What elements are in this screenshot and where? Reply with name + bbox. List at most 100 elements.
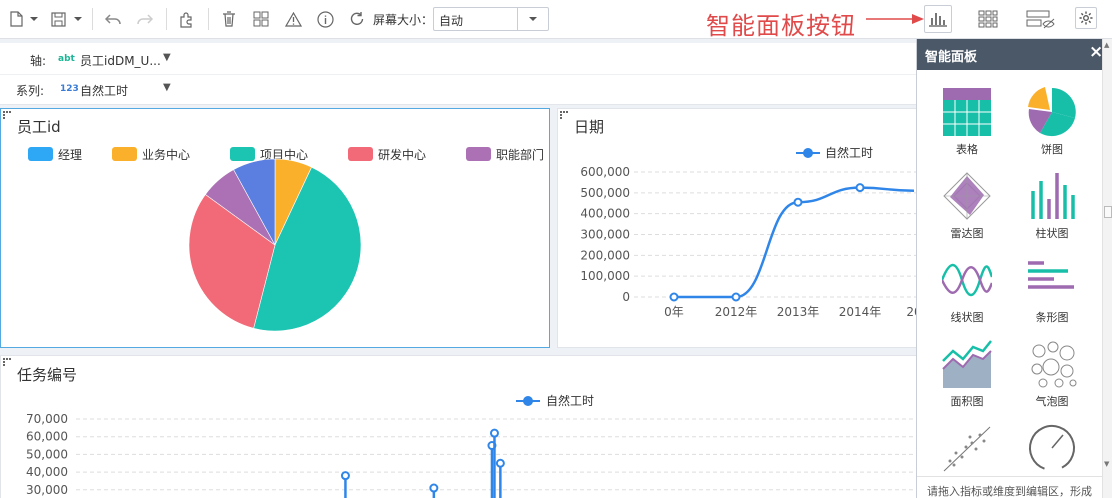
y-tick-label: 500,000 xyxy=(580,186,630,200)
y-tick-label: 0 xyxy=(622,290,630,304)
data-point xyxy=(793,197,803,207)
chevron-down-icon[interactable] xyxy=(517,8,548,30)
series-label: 系列: xyxy=(16,84,45,98)
series-row: 系列: 123 自然工时 ▼ xyxy=(0,74,917,104)
date-line-chart-panel[interactable]: 日期 自然工时 600,000 500,000 400,000 300,000 200,0… xyxy=(557,108,918,348)
pie-chart-icon xyxy=(1027,87,1077,137)
info-icon[interactable] xyxy=(314,8,336,30)
undo-icon[interactable] xyxy=(102,8,124,30)
legend-marker xyxy=(803,148,813,158)
legend-label: 经理 xyxy=(58,148,82,162)
chart-type-label: 条形图 xyxy=(1035,311,1069,324)
legend-swatch xyxy=(466,147,491,161)
series-field[interactable]: 自然工时 xyxy=(80,82,128,99)
legend-label: 业务中心 xyxy=(142,147,190,162)
task-line-chart: 自然工时 70,000 60,000 50,000 40,000 30,000 xyxy=(26,393,918,498)
legend-swatch xyxy=(230,147,255,161)
legend-item: 研发中心 xyxy=(348,147,426,162)
chart-type-label: 柱状图 xyxy=(1035,227,1069,240)
axis-field[interactable]: 员工idDM_U... xyxy=(80,52,161,69)
chart-type-label: 面积图 xyxy=(950,395,984,408)
chevron-down-icon[interactable]: ▼ xyxy=(163,82,171,93)
axis-label: 轴: xyxy=(30,54,47,68)
data-point xyxy=(495,458,505,468)
warning-icon[interactable] xyxy=(282,8,304,30)
chart-type-label: 饼图 xyxy=(1041,143,1063,156)
smart-panel-header: 智能面板 × xyxy=(917,39,1103,70)
new-file-icon[interactable] xyxy=(6,8,26,30)
new-file-dropdown-icon[interactable] xyxy=(28,8,40,30)
legend-item: 自然工时 xyxy=(516,393,594,408)
scatter-chart-icon xyxy=(942,423,992,473)
legend-swatch xyxy=(348,147,373,161)
chart-type-horizontal-bar[interactable]: 条形图 xyxy=(1017,255,1087,325)
line-chart-icon xyxy=(940,255,994,305)
save-icon[interactable] xyxy=(48,8,68,30)
plugin-icon[interactable] xyxy=(175,8,197,30)
legend-item: 自然工时 xyxy=(796,145,873,160)
chart-type-column[interactable]: 柱状图 xyxy=(1017,171,1087,241)
area-chart-icon xyxy=(942,339,992,389)
date-line-chart: 自然工时 600,000 500,000 400,000 300,000 200,000 1… xyxy=(580,145,918,319)
data-point xyxy=(855,183,865,193)
layout-icon[interactable] xyxy=(250,8,272,30)
radar-chart-icon xyxy=(942,171,992,221)
save-dropdown-icon[interactable] xyxy=(72,8,84,30)
legend-swatch xyxy=(112,147,137,161)
chart-type-label: 气泡图 xyxy=(1035,395,1069,408)
hide-view-icon[interactable] xyxy=(1024,8,1058,30)
y-tick-label: 50,000 xyxy=(26,447,68,461)
text-field-icon: abt xyxy=(58,54,75,64)
y-tick-label: 40,000 xyxy=(26,465,68,479)
task-line-chart-panel[interactable]: 任务编号 自然工时 70,000 60,000 50,000 40,000 30,000 xyxy=(0,355,918,498)
bar-chart-icon xyxy=(929,13,947,27)
legend-label: 职能部门 xyxy=(496,147,544,162)
chart-type-label: 线状图 xyxy=(950,311,984,324)
refresh-icon[interactable] xyxy=(346,8,368,30)
chart-type-label: 表格 xyxy=(956,143,978,156)
pie-chart-panel[interactable]: 员工id 经理业务中心项目中心研发中心职能部门产品中心 xyxy=(0,108,550,348)
smart-panel-annotation: 智能面板按钮 xyxy=(706,12,856,40)
y-tick-label: 600,000 xyxy=(580,165,630,179)
smart-panel-button[interactable] xyxy=(924,5,952,33)
smart-panel-title: 智能面板 xyxy=(925,50,978,65)
annotation-arrow-icon xyxy=(866,14,924,24)
redo-icon[interactable] xyxy=(134,8,156,30)
x-tick-label: 0年 xyxy=(664,305,684,319)
chart-type-radar[interactable]: 雷达图 xyxy=(932,171,1002,241)
legend-item: 业务中心 xyxy=(112,147,190,162)
x-tick-label: 2014年 xyxy=(839,305,882,319)
delete-icon[interactable] xyxy=(218,8,240,30)
chart-type-area[interactable]: 面积图 xyxy=(932,339,1002,409)
x-tick-label: 2012年 xyxy=(715,305,758,319)
y-tick-label: 200,000 xyxy=(580,248,630,262)
bubble-chart-icon xyxy=(1027,339,1077,389)
chart-type-table[interactable]: 表格 xyxy=(932,87,1002,157)
legend-label: 自然工时 xyxy=(825,145,873,160)
chart-type-line[interactable]: 线状图 xyxy=(932,255,1002,325)
number-field-icon: 123 xyxy=(60,84,79,94)
chart-type-bubble[interactable]: 气泡图 xyxy=(1017,339,1087,409)
screen-size-label: 屏幕大小： xyxy=(373,13,434,27)
data-point xyxy=(731,292,741,302)
chevron-down-icon[interactable]: ▼ xyxy=(163,52,171,63)
y-tick-label: 60,000 xyxy=(26,430,68,444)
grid-icon[interactable] xyxy=(975,8,1001,30)
chart-type-scatter[interactable] xyxy=(932,423,1002,477)
y-tick-label: 100,000 xyxy=(580,269,630,283)
screen-size-value: 自动 xyxy=(439,14,464,28)
legend-item: 经理 xyxy=(28,147,82,162)
field-bar: 轴: abt 员工idDM_U... ▼ 系列: 123 自然工时 ▼ xyxy=(0,43,917,105)
chart-type-gauge[interactable] xyxy=(1017,423,1087,477)
y-tick-label: 300,000 xyxy=(580,228,630,242)
settings-gear-icon[interactable] xyxy=(1075,7,1097,29)
chart-type-pie[interactable]: 饼图 xyxy=(1017,87,1087,157)
smart-panel-hint: 请拖入指标或维度到编辑区，形成 xyxy=(917,476,1102,498)
legend-marker xyxy=(523,396,533,406)
legend-label: 自然工时 xyxy=(546,393,594,408)
scrollbar[interactable]: ▲ ▼ xyxy=(1102,39,1112,498)
data-point xyxy=(429,483,439,493)
legend-swatch xyxy=(28,147,53,161)
screen-size-select[interactable]: 自动 xyxy=(433,7,549,31)
data-point xyxy=(340,471,350,481)
